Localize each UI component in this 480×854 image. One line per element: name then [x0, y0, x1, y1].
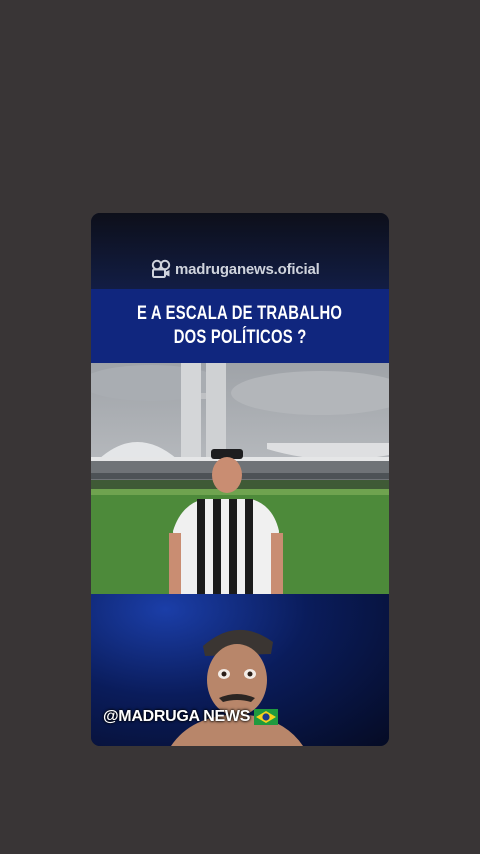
- congress-photo: [91, 363, 389, 594]
- brazil-flag-icon: [254, 709, 279, 725]
- header-band: madruganews.oficial: [91, 213, 389, 289]
- channel-watermark: madruganews.oficial: [151, 258, 320, 280]
- footer-handle: @MADRUGA NEWS: [103, 708, 279, 726]
- headline-line-2: DOS POLÍTICOS ?: [173, 327, 307, 348]
- film-reel-icon: [151, 259, 171, 279]
- channel-name: madruganews.oficial: [175, 260, 320, 278]
- video-card[interactable]: madruganews.oficial E A ESCALA DE TRABAL…: [91, 213, 389, 746]
- footer-band: @MADRUGA NEWS: [91, 594, 389, 746]
- headline-banner: E A ESCALA DE TRABALHO DOS POLÍTICOS ?: [91, 289, 389, 363]
- headline-line-1: E A ESCALA DE TRABALHO: [137, 303, 343, 324]
- viewer-screen: { "channel": { "name": "madruganews.ofic…: [0, 0, 480, 854]
- handle-text: @MADRUGA NEWS: [103, 708, 251, 725]
